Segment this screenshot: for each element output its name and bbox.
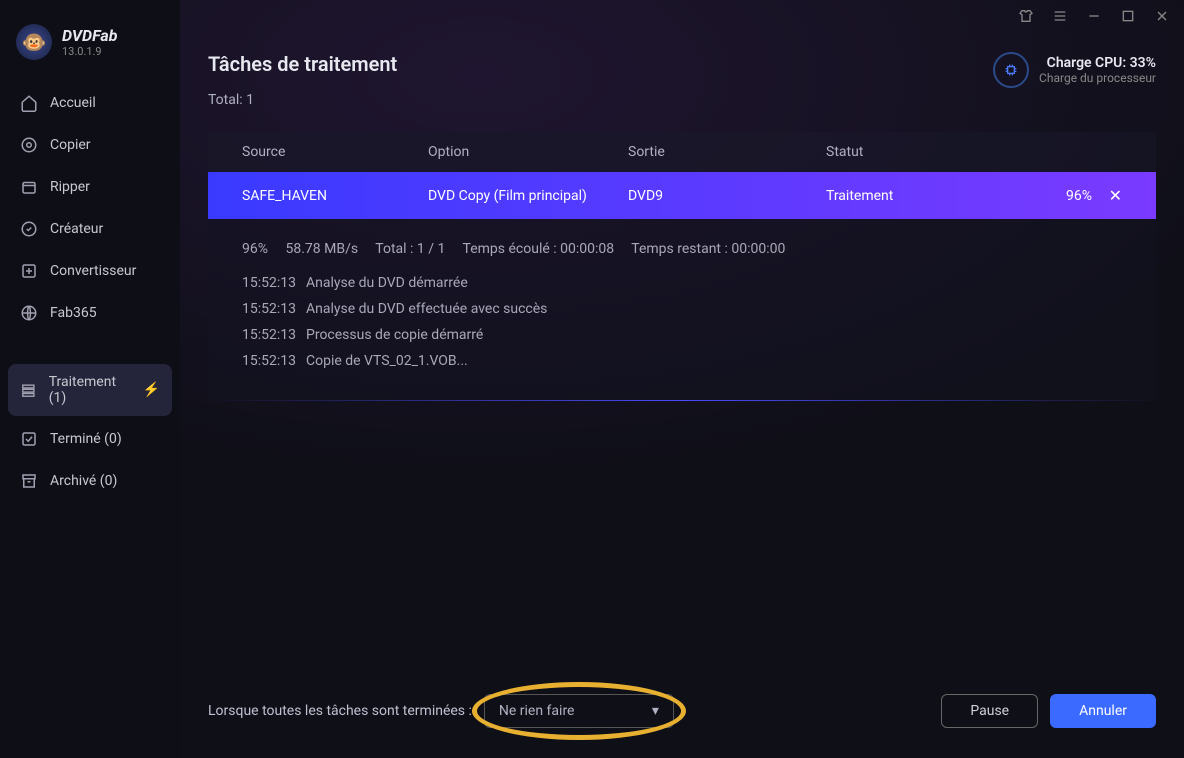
stat-speed: 58.78 MB/s [285,241,358,257]
page-header: Tâches de traitement Total: 1 Charge CPU… [208,52,1156,108]
close-icon[interactable] [1154,8,1170,24]
cpu-sub-label: Charge du processeur [1039,71,1156,85]
edit-icon [20,220,38,238]
dropdown-value: Ne rien faire [499,703,575,719]
sidebar: 🐵 DVDFab 13.0.1.9 Accueil Copier Ripper … [0,0,180,758]
nav-label: Archivé (0) [50,473,117,489]
nav-item-convertisseur[interactable]: Convertisseur [8,252,172,290]
nav-item-accueil[interactable]: Accueil [8,84,172,122]
content-area: Tâches de traitement Total: 1 Charge CPU… [180,32,1184,676]
nav-item-archive[interactable]: Archivé (0) [8,462,172,500]
nav-item-copier[interactable]: Copier [8,126,172,164]
nav-label: Accueil [50,95,96,111]
brand-block: DVDFab 13.0.1.9 [62,26,117,58]
divider-line [208,400,1156,401]
nav-item-createur[interactable]: Créateur [8,210,172,248]
stat-remaining: Temps restant : 00:00:00 [631,241,785,257]
table-header: Source Option Sortie Statut [208,132,1156,172]
after-tasks-label: Lorsque toutes les tâches sont terminées… [208,703,472,719]
cpu-ring-icon [993,52,1029,88]
bolt-icon: ⚡ [143,382,160,398]
task-table: Source Option Sortie Statut SAFE_HAVEN D… [208,132,1156,401]
nav-label: Convertisseur [50,263,136,279]
nav-label: Créateur [50,221,103,237]
nav-label: Copier [50,137,91,153]
nav-label: Terminé (0) [50,431,122,447]
minimize-icon[interactable] [1086,8,1102,24]
footer-bar: Lorsque toutes les tâches sont terminées… [180,676,1184,758]
col-header-statut: Statut [826,144,1026,160]
task-source: SAFE_HAVEN [242,188,428,204]
pause-button[interactable]: Pause [941,694,1038,728]
log-line: 15:52:13Analyse du DVD démarrée [242,271,1122,297]
col-header-option: Option [428,144,628,160]
nav-main: Accueil Copier Ripper Créateur Convertis… [0,84,180,500]
box-icon [20,178,38,196]
task-percent: 96% [1026,188,1092,204]
convert-icon [20,262,38,280]
archive-icon [20,472,38,490]
cpu-status: Charge CPU: 33% Charge du processeur [993,52,1156,88]
task-sortie: DVD9 [628,188,826,204]
cancel-button[interactable]: Annuler [1050,694,1156,728]
task-stats: 96% 58.78 MB/s Total : 1 / 1 Temps écoul… [242,237,1122,263]
maximize-icon[interactable] [1120,8,1136,24]
nav-label: Ripper [50,179,90,195]
nav-label: Fab365 [50,305,97,321]
task-statut: Traitement [826,188,1026,204]
total-count: Total: 1 [208,92,397,108]
logo-row: 🐵 DVDFab 13.0.1.9 [0,16,180,84]
task-option: DVD Copy (Film principal) [428,188,628,204]
task-log: 96% 58.78 MB/s Total : 1 / 1 Temps écoul… [208,219,1156,392]
cpu-charge-label: Charge CPU: 33% [1039,55,1156,71]
nav-item-traitement[interactable]: Traitement (1) ⚡ [8,364,172,416]
col-header-source: Source [242,144,428,160]
chevron-down-icon: ▾ [652,703,659,719]
log-line: 15:52:13Analyse du DVD effectuée avec su… [242,297,1122,323]
task-row[interactable]: SAFE_HAVEN DVD Copy (Film principal) DVD… [208,172,1156,219]
after-tasks-dropdown[interactable]: Ne rien faire ▾ [484,694,674,728]
brand-version: 13.0.1.9 [62,45,117,58]
titlebar [180,0,1184,32]
nav-item-ripper[interactable]: Ripper [8,168,172,206]
home-icon [20,94,38,112]
brand-name: DVDFab [62,26,117,45]
stat-elapsed: Temps écoulé : 00:00:08 [463,241,615,257]
log-line: 15:52:13Processus de copie démarré [242,323,1122,349]
main-panel: Tâches de traitement Total: 1 Charge CPU… [180,0,1184,758]
nav-item-fab365[interactable]: Fab365 [8,294,172,332]
app-logo-icon: 🐵 [16,24,52,60]
disc-icon [20,136,38,154]
stat-total: Total : 1 / 1 [375,241,445,257]
col-header-sortie: Sortie [628,144,826,160]
list-icon [20,381,37,399]
globe-icon [20,304,38,322]
nav-label: Traitement (1) [49,374,131,406]
task-remove-icon[interactable]: ✕ [1092,186,1122,205]
log-line: 15:52:13Copie de VTS_02_1.VOB... [242,349,1122,375]
check-icon [20,430,38,448]
page-title: Tâches de traitement [208,52,397,76]
tshirt-icon[interactable] [1018,8,1034,24]
stat-pct: 96% [242,241,268,257]
nav-item-termine[interactable]: Terminé (0) [8,420,172,458]
menu-icon[interactable] [1052,8,1068,24]
